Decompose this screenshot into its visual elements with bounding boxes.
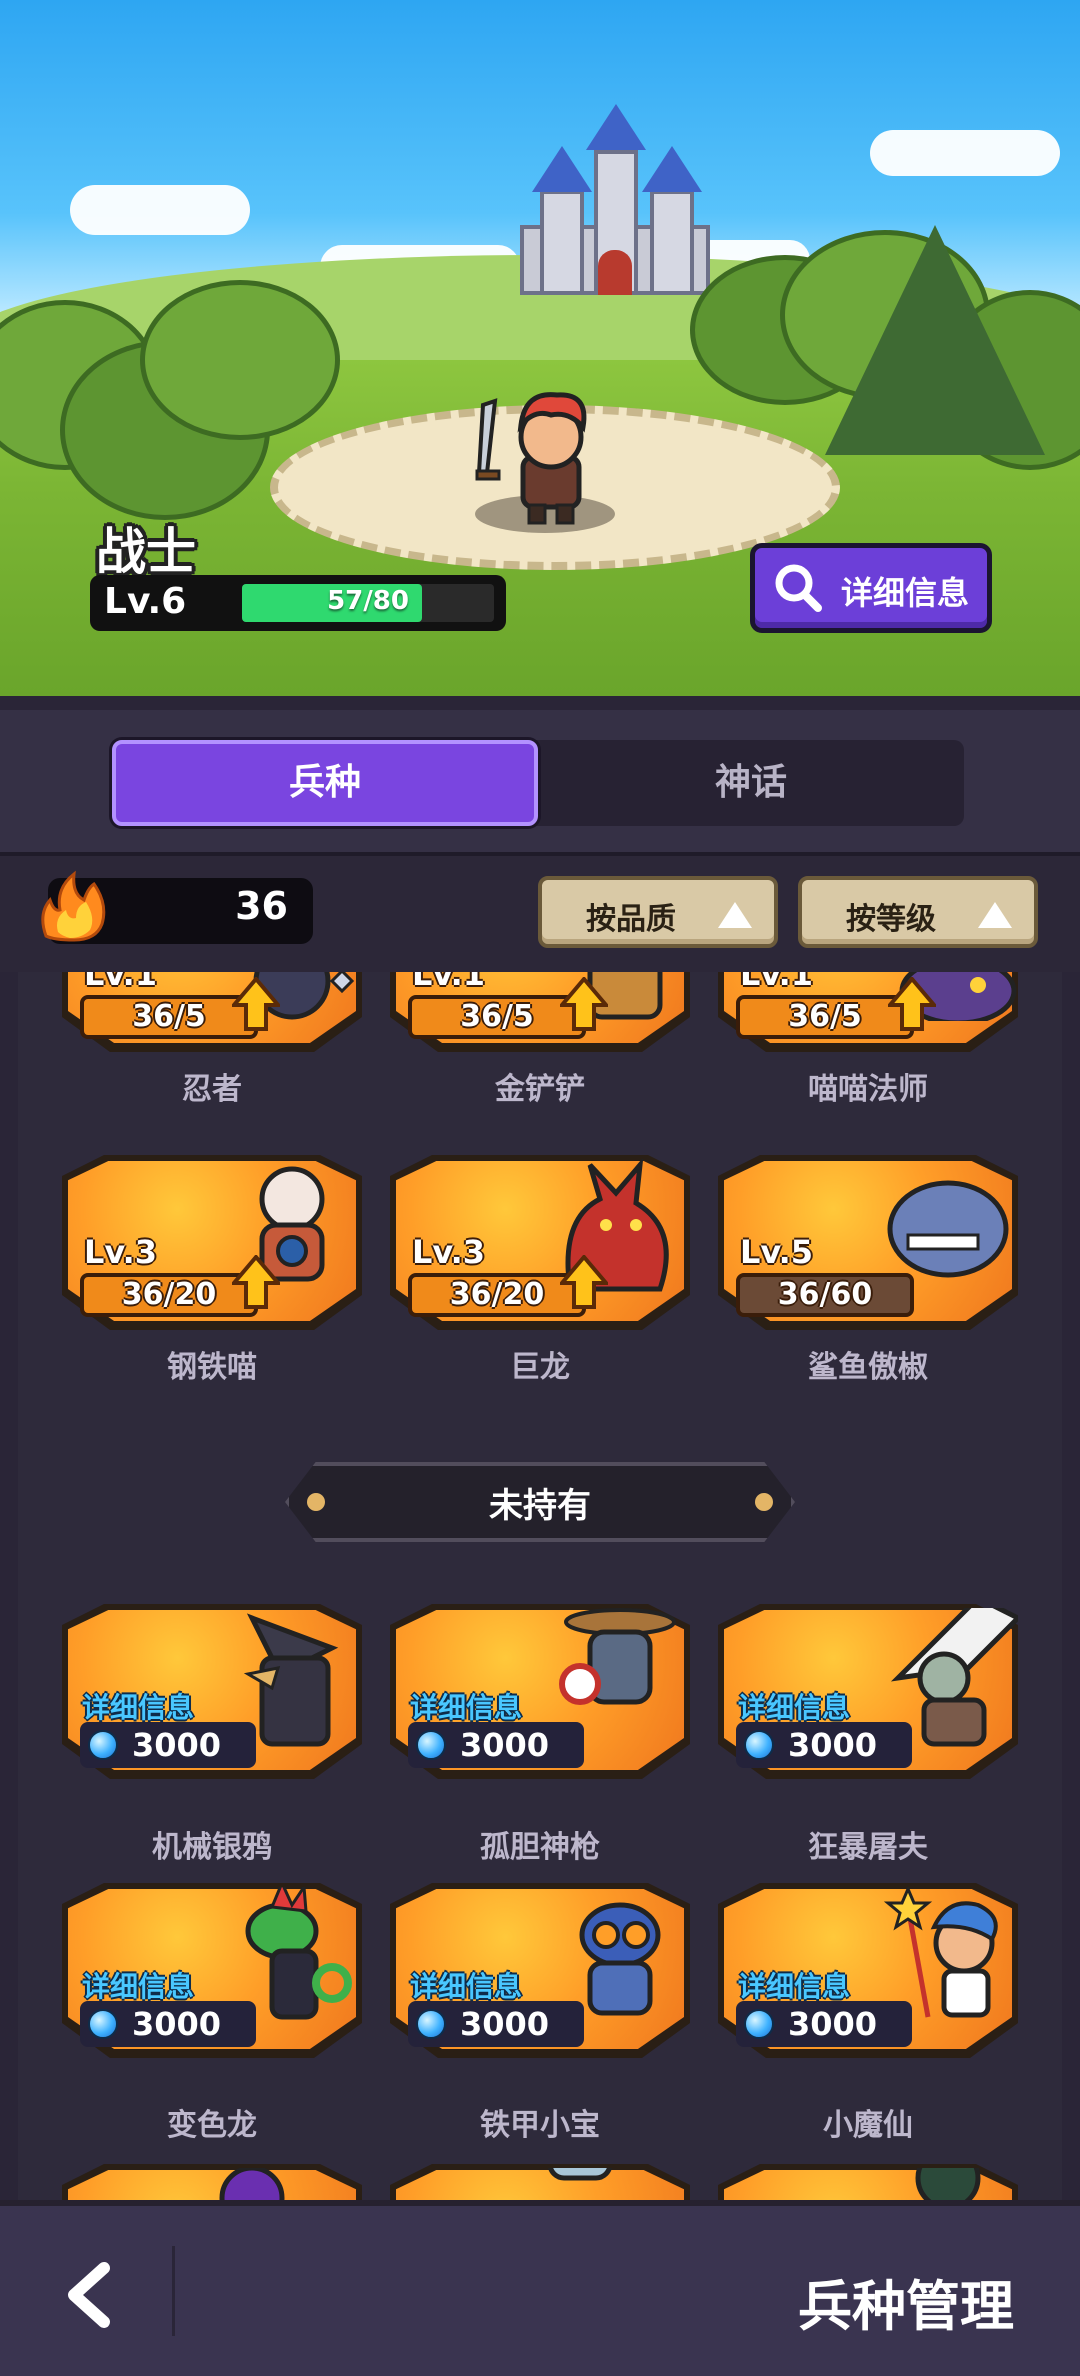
search-icon [775, 564, 822, 612]
gem-icon [744, 1730, 774, 1760]
unit-price[interactable]: 3000 [408, 2001, 584, 2047]
purple-unit-icon [219, 2168, 285, 2202]
tab-mythic[interactable]: 神话 [538, 740, 964, 826]
unit-card-mech-raven[interactable]: 详细信息 3000 [62, 1604, 362, 1779]
unit-card-berserk-butcher[interactable]: 详细信息 3000 [718, 1604, 1018, 1779]
flame-icon [41, 870, 106, 942]
tab-units[interactable]: 兵种 [112, 740, 538, 826]
unit-level: Lv.5 [740, 1233, 814, 1271]
unit-card-lone-gunner[interactable]: 详细信息 3000 [390, 1604, 690, 1779]
unowned-section-divider: 未持有 [285, 1462, 795, 1542]
knight-unit-icon [547, 2168, 613, 2181]
pine-tree-icon [825, 225, 1045, 455]
unit-name: 狂暴屠夫 [808, 1830, 928, 1865]
sort-by-level-button[interactable]: 按等级 [798, 876, 1038, 948]
unit-card-chameleon[interactable]: 详细信息 3000 [62, 1883, 362, 2058]
unit-name: 喵喵法师 [808, 1072, 928, 1107]
sort-up-arrow-icon [718, 902, 752, 928]
unit-price[interactable]: 3000 [736, 2001, 912, 2047]
unit-name: 孤胆神枪 [480, 1830, 600, 1865]
hero-name: 战士 [96, 523, 196, 581]
unit-detail-link[interactable]: 详细信息 [82, 1686, 194, 1726]
unit-name: 小魔仙 [823, 2108, 913, 2143]
gem-icon [88, 1730, 118, 1760]
unit-card-golden-shovel[interactable]: Lv.1 36/5 [390, 972, 690, 1052]
unit-name: 铁甲小宝 [480, 2108, 600, 2143]
hero-detail-button[interactable]: 详细信息 [750, 543, 992, 633]
unit-card-ninja[interactable]: Lv.1 36/5 [62, 972, 362, 1052]
gem-icon [416, 1730, 446, 1760]
unit-grid: Lv.1 36/5 忍者 Lv.1 36/5 金铲铲 Lv.1 36/5 喵喵法… [18, 972, 1062, 2202]
xp-text: 57/80 [327, 586, 409, 616]
unit-card-dragon[interactable]: Lv.3 36/20 [390, 1155, 690, 1330]
unit-name: 变色龙 [167, 2108, 257, 2143]
unit-card-count: 36/60 [736, 1273, 914, 1317]
hero-level-bar: Lv.6 57/80 [90, 575, 506, 631]
hero-scene: 战士 Lv.6 57/80 详细信息 [0, 0, 1080, 710]
gem-icon [88, 2009, 118, 2039]
unit-name: 机械银鸦 [152, 1830, 272, 1865]
unit-detail-link[interactable]: 详细信息 [82, 1965, 194, 2005]
unit-level: Lv.1 [740, 972, 814, 993]
gem-icon [744, 2009, 774, 2039]
unit-detail-link[interactable]: 详细信息 [410, 1965, 522, 2005]
upgrade-arrow-icon [232, 1255, 280, 1309]
unit-level: Lv.1 [412, 972, 486, 993]
bottom-bar: 兵种管理 [0, 2200, 1080, 2376]
unit-card-meow-mage[interactable]: Lv.1 36/5 [718, 972, 1018, 1052]
xp-progress-bar: 57/80 [242, 584, 494, 622]
unit-price-value: 3000 [788, 2005, 878, 2043]
unit-name: 巨龙 [510, 1350, 570, 1385]
unit-level: Lv.3 [84, 1233, 158, 1271]
unit-detail-link[interactable]: 详细信息 [410, 1686, 522, 1726]
unit-detail-link[interactable]: 详细信息 [738, 1686, 850, 1726]
unit-price[interactable]: 3000 [408, 1722, 584, 1768]
unowned-section-label: 未持有 [489, 1486, 591, 1526]
unit-name: 钢铁喵 [167, 1350, 257, 1385]
unit-card-partial[interactable] [62, 2164, 362, 2202]
unit-price[interactable]: 3000 [736, 1722, 912, 1768]
sort-by-quality-button[interactable]: 按品质 [538, 876, 778, 948]
unit-price[interactable]: 3000 [80, 1722, 256, 1768]
unit-name: 鲨鱼傲椒 [808, 1350, 928, 1385]
unit-card-steel-cat[interactable]: Lv.3 36/20 [62, 1155, 362, 1330]
unit-price[interactable]: 3000 [80, 2001, 256, 2047]
upgrade-arrow-icon [560, 1255, 608, 1309]
sort-up-arrow-icon [978, 902, 1012, 928]
gunner-unit-icon [915, 2168, 981, 2202]
hero-detail-button-label: 详细信息 [841, 574, 970, 612]
unit-name: 金铲铲 [495, 1072, 585, 1107]
unit-card-partial[interactable] [718, 2164, 1018, 2202]
upgrade-arrow-icon [232, 977, 280, 1031]
hero-level: Lv.6 [104, 581, 187, 622]
unit-price-value: 3000 [460, 2005, 550, 2043]
sort-by-level-label: 按等级 [846, 902, 936, 937]
warrior-character-icon [475, 392, 587, 525]
unit-detail-link[interactable]: 详细信息 [738, 1965, 850, 2005]
unit-card-shark[interactable]: Lv.5 36/60 [718, 1155, 1018, 1330]
back-arrow-icon[interactable] [60, 2260, 120, 2330]
gem-icon [416, 2009, 446, 2039]
unit-card-iron-baby[interactable]: 详细信息 3000 [390, 1883, 690, 2058]
unit-price-value: 3000 [460, 1726, 550, 1764]
unit-name: 忍者 [182, 1072, 242, 1107]
resource-value: 36 [235, 884, 288, 928]
page-title: 兵种管理 [798, 2275, 1014, 2338]
unit-level: Lv.3 [412, 1233, 486, 1271]
unit-price-value: 3000 [132, 1726, 222, 1764]
upgrade-arrow-icon [560, 977, 608, 1031]
unit-card-little-fairy[interactable]: 详细信息 3000 [718, 1883, 1018, 2058]
unit-level: Lv.1 [84, 972, 158, 993]
unit-price-value: 3000 [132, 2005, 222, 2043]
unit-price-value: 3000 [788, 1726, 878, 1764]
unit-tabs: 兵种 神话 [112, 740, 964, 826]
sort-by-quality-label: 按品质 [586, 902, 676, 937]
upgrade-arrow-icon [888, 977, 936, 1031]
unit-card-partial[interactable] [390, 2164, 690, 2202]
